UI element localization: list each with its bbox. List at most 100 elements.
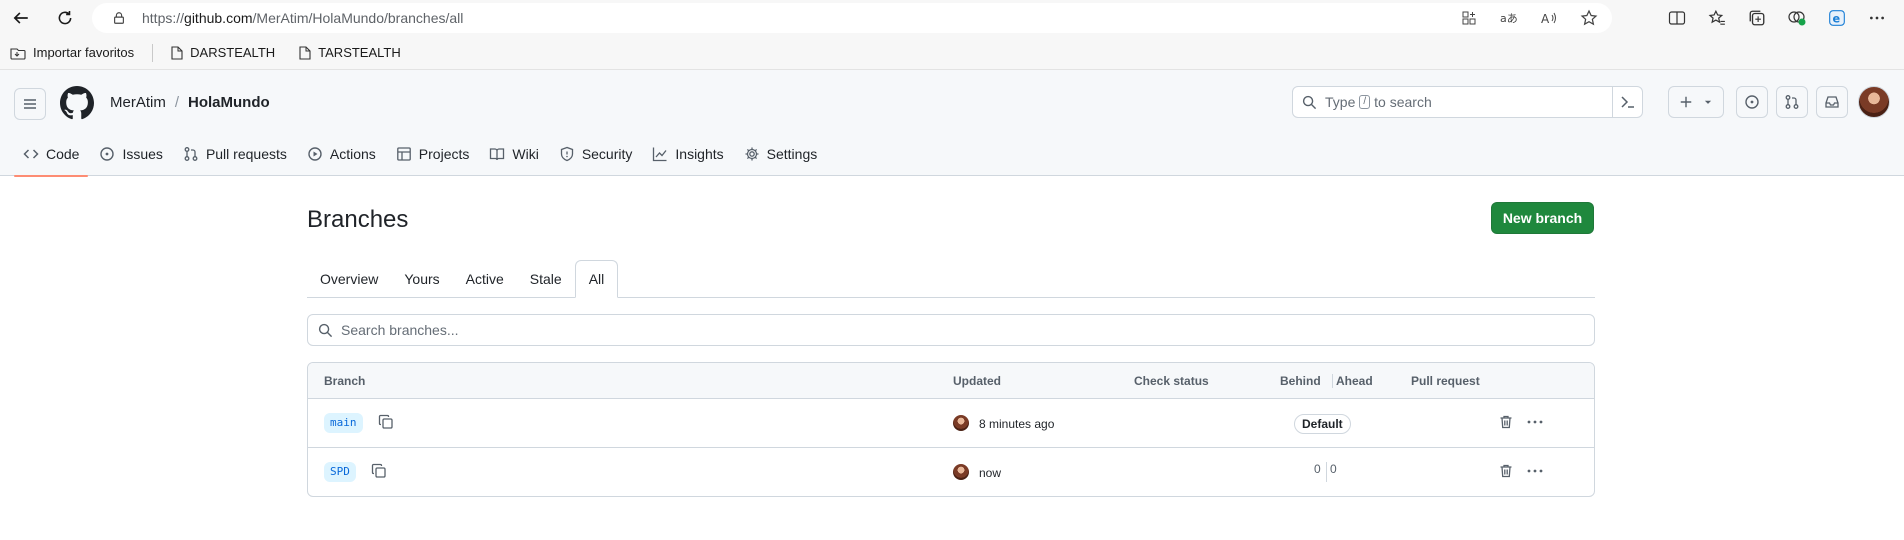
issues-button[interactable] bbox=[1736, 86, 1768, 118]
read-aloud-icon[interactable]: A bbox=[1536, 5, 1562, 31]
copy-icon[interactable] bbox=[378, 414, 394, 430]
browser-toolbar: https://github.com/MerAtim/HolaMundo/bra… bbox=[0, 0, 1904, 36]
placeholder-text: to search bbox=[1374, 94, 1432, 110]
new-branch-button[interactable]: New branch bbox=[1491, 202, 1594, 234]
avatar[interactable] bbox=[953, 415, 969, 431]
pull-request-icon bbox=[184, 147, 198, 161]
more-options-icon[interactable] bbox=[1864, 5, 1890, 31]
repo-header: MerAtim / HolaMundo Type / to search Cod… bbox=[0, 70, 1904, 177]
tab-label: Actions bbox=[329, 146, 376, 162]
col-ahead: Ahead bbox=[1336, 374, 1373, 388]
tab-label: Pull requests bbox=[205, 146, 287, 162]
branch-name-link[interactable]: SPD bbox=[324, 462, 356, 482]
tab-security[interactable]: Security bbox=[550, 132, 642, 176]
tab-actions[interactable]: Actions bbox=[298, 132, 385, 176]
hamburger-menu-button[interactable] bbox=[14, 88, 46, 120]
inbox-button[interactable] bbox=[1816, 86, 1848, 118]
command-palette-icon[interactable] bbox=[1612, 87, 1642, 117]
tab-label: Projects bbox=[418, 146, 470, 162]
table-header: Branch Updated Check status Behind Ahead… bbox=[308, 363, 1594, 399]
plus-icon bbox=[1680, 96, 1692, 108]
refresh-icon[interactable] bbox=[52, 5, 78, 31]
search-placeholder: Search branches... bbox=[341, 322, 459, 338]
inbox-icon bbox=[1825, 96, 1839, 108]
tab-label: Settings bbox=[766, 146, 818, 162]
repo-name-link[interactable]: HolaMundo bbox=[188, 94, 270, 111]
split-screen-icon[interactable] bbox=[1664, 5, 1690, 31]
ahead-count: 0 bbox=[1330, 462, 1337, 476]
repo-owner-link[interactable]: MerAtim bbox=[110, 94, 166, 111]
trash-icon[interactable] bbox=[1498, 463, 1514, 479]
tab-label: Security bbox=[581, 146, 633, 162]
bookmark-tarstealth[interactable]: TARSTEALTH bbox=[299, 45, 401, 60]
avatar[interactable] bbox=[953, 464, 969, 480]
lock-icon bbox=[112, 11, 126, 25]
updated-time: 8 minutes ago bbox=[979, 417, 1055, 431]
table-row: SPD now 0 0 bbox=[308, 448, 1594, 496]
collections-icon[interactable] bbox=[1744, 5, 1770, 31]
tab-label: Insights bbox=[675, 146, 724, 162]
translate-icon[interactable]: aあ bbox=[1496, 5, 1522, 31]
kebab-menu-icon[interactable] bbox=[1526, 414, 1544, 430]
github-logo-icon[interactable] bbox=[60, 86, 94, 120]
tab-pull-requests[interactable]: Pull requests bbox=[174, 132, 296, 176]
app-available-icon[interactable] bbox=[1456, 5, 1482, 31]
create-new-button[interactable] bbox=[1668, 86, 1724, 118]
tab-insights[interactable]: Insights bbox=[643, 132, 732, 176]
tab-issues[interactable]: Issues bbox=[90, 132, 171, 176]
svg-text:aあ: aあ bbox=[1500, 12, 1518, 25]
bookmark-darstealth[interactable]: DARSTEALTH bbox=[171, 45, 275, 60]
count-divider bbox=[1326, 462, 1327, 482]
keyboard-shortcut: / bbox=[1359, 95, 1371, 109]
url-text: https://github.com/MerAtim/HolaMundo/bra… bbox=[142, 10, 463, 26]
back-icon[interactable] bbox=[8, 5, 34, 31]
extension-icon[interactable] bbox=[1784, 5, 1810, 31]
tab-stale[interactable]: Stale bbox=[517, 260, 575, 297]
code-icon bbox=[23, 149, 39, 159]
url-domain: github.com bbox=[184, 10, 253, 26]
col-updated: Updated bbox=[953, 374, 1001, 388]
col-pull-request: Pull request bbox=[1411, 374, 1480, 388]
kebab-menu-icon[interactable] bbox=[1526, 463, 1544, 479]
book-icon bbox=[490, 148, 505, 161]
branch-search-input[interactable]: Search branches... bbox=[307, 314, 1595, 346]
tab-projects[interactable]: Projects bbox=[387, 132, 479, 176]
search-icon bbox=[1302, 95, 1317, 110]
pull-request-icon bbox=[1785, 95, 1799, 109]
menu-icon bbox=[24, 99, 36, 109]
tab-overview[interactable]: Overview bbox=[307, 260, 391, 297]
search-placeholder: Type / to search bbox=[1325, 94, 1432, 110]
tab-all[interactable]: All bbox=[574, 260, 619, 298]
branch-name-link[interactable]: main bbox=[324, 413, 363, 433]
address-bar[interactable]: https://github.com/MerAtim/HolaMundo/bra… bbox=[92, 3, 1612, 33]
page-icon bbox=[171, 45, 183, 60]
bookmark-import-favorites[interactable]: Importar favoritos bbox=[10, 45, 134, 60]
favorites-icon[interactable] bbox=[1704, 5, 1730, 31]
bookmark-label: Importar favoritos bbox=[33, 45, 135, 60]
branch-filter-tabs: Overview Yours Active Stale All bbox=[307, 260, 1595, 298]
copy-icon[interactable] bbox=[371, 463, 387, 479]
import-icon bbox=[10, 47, 26, 60]
tab-code[interactable]: Code bbox=[14, 132, 89, 177]
edge-icon[interactable]: e bbox=[1824, 5, 1850, 31]
tab-settings[interactable]: Settings bbox=[735, 132, 827, 176]
tab-label: Issues bbox=[122, 146, 163, 162]
breadcrumb: MerAtim / HolaMundo bbox=[110, 94, 270, 111]
repo-navigation: Code Issues Pull requests Actions Projec… bbox=[14, 132, 828, 177]
issue-icon bbox=[1745, 95, 1759, 109]
tab-wiki[interactable]: Wiki bbox=[480, 132, 547, 176]
user-avatar[interactable] bbox=[1858, 86, 1890, 118]
table-icon bbox=[396, 147, 411, 161]
pull-requests-button[interactable] bbox=[1776, 86, 1808, 118]
favorite-star-icon[interactable] bbox=[1576, 5, 1602, 31]
tab-label: Code bbox=[46, 146, 80, 162]
tab-yours[interactable]: Yours bbox=[391, 260, 452, 297]
url-prefix: https:// bbox=[142, 10, 185, 26]
page-title: Branches bbox=[307, 206, 409, 233]
global-search-input[interactable]: Type / to search bbox=[1292, 86, 1643, 118]
issue-icon bbox=[100, 147, 115, 161]
page-icon bbox=[299, 45, 311, 60]
tab-active[interactable]: Active bbox=[453, 260, 517, 297]
trash-icon[interactable] bbox=[1498, 414, 1514, 430]
branches-table: Branch Updated Check status Behind Ahead… bbox=[307, 362, 1595, 497]
